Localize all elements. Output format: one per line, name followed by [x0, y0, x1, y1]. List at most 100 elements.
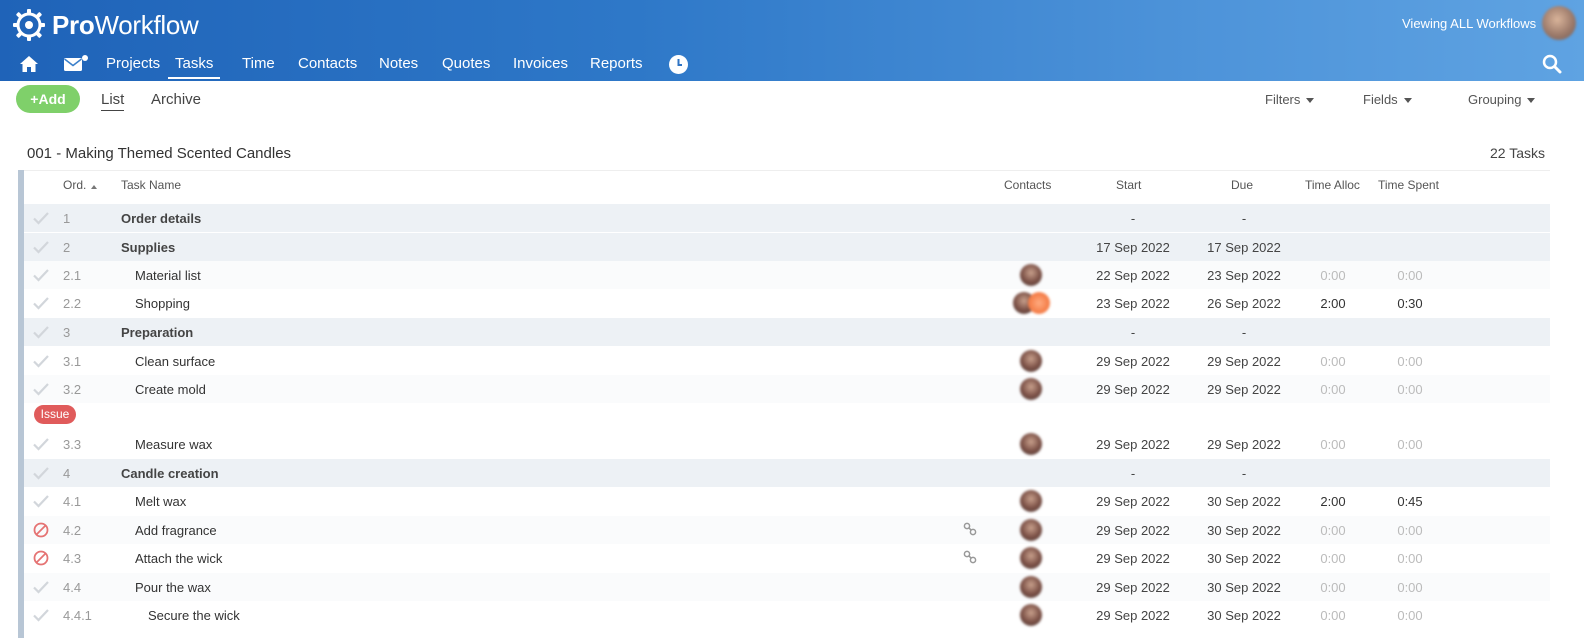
task-row[interactable]: 4.4 Pour the wax 29 Sep 2022 30 Sep 2022 0:0… [24, 573, 1550, 601]
project-title[interactable]: 001 - Making Themed Scented Candles [27, 145, 291, 162]
task-name[interactable]: Candle creation [121, 466, 219, 481]
col-time-alloc[interactable]: Time Alloc [1305, 178, 1360, 192]
task-name[interactable]: Preparation [121, 325, 193, 340]
start-date: 29 Sep 2022 [1096, 494, 1170, 509]
complete-check-icon[interactable] [32, 324, 50, 340]
contact-avatar[interactable] [1020, 490, 1042, 512]
dependency-link-icon[interactable] [963, 550, 977, 564]
contact-avatar[interactable] [1020, 604, 1042, 626]
blocked-icon[interactable] [32, 550, 50, 566]
task-row[interactable]: 2.1 Material list 22 Sep 2022 23 Sep 2022 0:… [24, 261, 1550, 289]
task-row[interactable]: 3.1 Clean surface 29 Sep 2022 29 Sep 2022 0:… [24, 347, 1550, 375]
task-row[interactable]: 3.3 Measure wax 29 Sep 2022 29 Sep 2022 0:00… [24, 430, 1550, 458]
task-table: Ord. Task Name Contacts Start Due Time A… [18, 170, 1550, 638]
home-icon[interactable] [19, 55, 39, 73]
nav-reports[interactable]: Reports [590, 55, 643, 79]
task-row[interactable]: 4.2 Add fragrance 29 Sep 2022 30 Sep 2022 0:… [24, 516, 1550, 544]
contact-avatar[interactable] [1020, 350, 1042, 372]
contact-avatar[interactable] [1020, 547, 1042, 569]
complete-check-icon[interactable] [32, 465, 50, 481]
messages-button[interactable] [64, 55, 88, 76]
task-row[interactable]: 4.1 Melt wax 29 Sep 2022 30 Sep 2022 2:00 0:4… [24, 487, 1550, 515]
nav-projects[interactable]: Projects [106, 55, 160, 79]
task-name[interactable]: Order details [121, 211, 201, 226]
complete-check-icon[interactable] [32, 353, 50, 369]
complete-check-icon[interactable] [32, 295, 50, 311]
task-name[interactable]: Supplies [121, 240, 175, 255]
app-logo[interactable]: ProWorkflow [12, 8, 199, 42]
nav-notes[interactable]: Notes [379, 55, 418, 79]
blocked-icon[interactable] [32, 522, 50, 538]
time-spent: 0:00 [1397, 523, 1423, 538]
task-row[interactable]: 2.2 Shopping 23 Sep 2022 26 Sep 2022 2:00 0:3… [24, 289, 1550, 317]
complete-check-icon[interactable] [32, 579, 50, 595]
task-group-row[interactable]: 4 Candle creation - - [24, 459, 1550, 487]
contact-avatar[interactable] [1028, 292, 1050, 314]
complete-check-icon[interactable] [32, 493, 50, 509]
time-allocated: 0:00 [1320, 523, 1346, 538]
task-name[interactable]: Attach the wick [135, 551, 222, 566]
task-row[interactable]: 4.4.1 Secure the wick 29 Sep 2022 30 Sep 20… [24, 601, 1550, 629]
task-order: 4.3 [63, 551, 82, 566]
task-count: 22 Tasks [1490, 145, 1545, 161]
task-name[interactable]: Shopping [135, 296, 190, 311]
nav-invoices[interactable]: Invoices [513, 55, 568, 79]
col-due[interactable]: Due [1231, 178, 1253, 192]
complete-check-icon[interactable] [32, 239, 50, 255]
user-avatar[interactable] [1542, 6, 1576, 40]
task-name[interactable]: Add fragrance [135, 523, 217, 538]
search-icon[interactable] [1542, 54, 1562, 74]
contact-avatar[interactable] [1020, 576, 1042, 598]
contact-avatar[interactable] [1020, 378, 1042, 400]
task-order: 4.4.1 [63, 608, 92, 623]
timer-clock-icon[interactable] [668, 54, 689, 75]
contact-avatar[interactable] [1020, 433, 1042, 455]
due-date: 30 Sep 2022 [1207, 608, 1281, 623]
task-group-row[interactable]: 3 Preparation - - [24, 318, 1550, 346]
tab-list[interactable]: List [101, 91, 125, 111]
task-group-row[interactable]: 1 Order details - - [24, 204, 1550, 232]
task-name[interactable]: Create mold [135, 382, 206, 397]
task-row[interactable]: 4.3 Attach the wick 29 Sep 2022 30 Sep 2022… [24, 544, 1550, 572]
col-contacts[interactable]: Contacts [1004, 178, 1051, 192]
complete-check-icon[interactable] [32, 436, 50, 452]
contact-avatar[interactable] [1020, 519, 1042, 541]
nav-contacts[interactable]: Contacts [298, 55, 357, 79]
due-date: 30 Sep 2022 [1207, 494, 1281, 509]
task-name[interactable]: Material list [135, 268, 201, 283]
task-order: 1 [63, 211, 71, 226]
task-order: 3 [63, 325, 71, 340]
col-task-name[interactable]: Task Name [121, 178, 181, 192]
nav-quotes[interactable]: Quotes [442, 55, 490, 79]
complete-check-icon[interactable] [32, 607, 50, 623]
col-ord[interactable]: Ord. [63, 178, 98, 192]
complete-check-icon[interactable] [32, 267, 50, 283]
fields-dropdown[interactable]: Fields [1363, 92, 1412, 107]
start-date: 29 Sep 2022 [1096, 580, 1170, 595]
time-allocated: 0:00 [1320, 437, 1346, 452]
issue-badge[interactable]: Issue [34, 405, 76, 424]
task-row[interactable]: 3.2 Create mold 29 Sep 2022 29 Sep 2022 0:00… [24, 375, 1550, 403]
time-allocated: 2:00 [1320, 494, 1346, 509]
nav-time[interactable]: Time [242, 55, 275, 79]
task-name[interactable]: Melt wax [135, 494, 186, 509]
time-spent: 0:30 [1397, 296, 1423, 311]
col-start[interactable]: Start [1116, 178, 1141, 192]
time-allocated: 0:00 [1320, 354, 1346, 369]
dependency-link-icon[interactable] [963, 522, 977, 536]
complete-check-icon[interactable] [32, 210, 50, 226]
tab-archive[interactable]: Archive [151, 91, 201, 108]
task-name[interactable]: Secure the wick [148, 608, 240, 623]
grouping-dropdown[interactable]: Grouping [1468, 92, 1536, 107]
task-group-row[interactable]: 2 Supplies 17 Sep 2022 17 Sep 2022 [24, 233, 1550, 261]
task-name[interactable]: Measure wax [135, 437, 212, 452]
viewing-workflows-selector[interactable]: Viewing ALL Workflows [1402, 16, 1542, 31]
col-time-spent[interactable]: Time Spent [1378, 178, 1439, 192]
add-task-button[interactable]: +Add [16, 85, 80, 113]
contact-avatar[interactable] [1020, 264, 1042, 286]
nav-tasks[interactable]: Tasks [168, 55, 221, 79]
filters-dropdown[interactable]: Filters [1265, 92, 1315, 107]
task-name[interactable]: Clean surface [135, 354, 215, 369]
task-name[interactable]: Pour the wax [135, 580, 211, 595]
complete-check-icon[interactable] [32, 381, 50, 397]
